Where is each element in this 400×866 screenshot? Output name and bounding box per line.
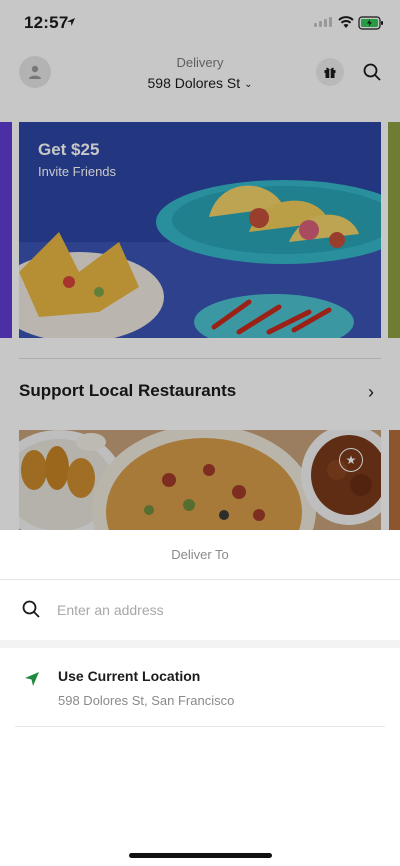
dim-overlay[interactable]	[0, 0, 400, 530]
address-input[interactable]	[57, 598, 357, 622]
divider	[15, 726, 385, 727]
navigation-arrow-icon	[25, 672, 39, 686]
sheet-title: Deliver To	[171, 547, 229, 562]
use-current-location-row[interactable]: Use Current Location 598 Dolores St, San…	[0, 648, 400, 726]
home-indicator[interactable]	[129, 853, 272, 858]
search-icon	[22, 600, 40, 618]
address-search-field[interactable]	[0, 580, 400, 640]
current-location-title: Use Current Location	[58, 668, 201, 684]
deliver-to-sheet: Deliver To Use Current Location 598 Dolo…	[0, 530, 400, 866]
section-gap	[0, 640, 400, 648]
current-location-address: 598 Dolores St, San Francisco	[58, 693, 235, 708]
